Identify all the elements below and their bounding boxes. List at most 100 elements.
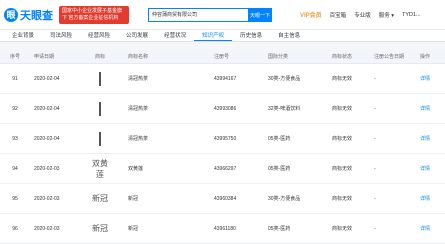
row-no: 92	[12, 105, 18, 112]
row-mark: 双黄莲	[78, 158, 122, 179]
row-name: 清冠热茶	[128, 106, 149, 112]
trademark-image[interactable]	[89, 128, 111, 149]
table-row: 93 2020-02-04 清冠热茶 43995750 05类-医药 商标无效 - 详情	[0, 124, 445, 154]
row-name: 新冠	[128, 196, 139, 202]
tab-history[interactable]: 历史信息	[232, 30, 270, 41]
row-no: 93	[12, 135, 18, 142]
trademark-vertical-mark	[99, 131, 101, 146]
table-row: 91 2020-02-04 清冠热茶 43994167 30类-方便食品 商标无效 - 详情	[0, 64, 445, 94]
row-detail-link[interactable]: 详情	[420, 225, 445, 232]
trademark-image[interactable]	[89, 98, 111, 119]
search-button-label: 天眼一下	[249, 12, 270, 19]
tab-self-info[interactable]: 自主信息	[270, 30, 308, 41]
trademark-mark-text: 双黄莲	[92, 158, 108, 179]
table-row: 95 2020-02-03 新冠 新冠 43960384 30类-方便食品 商标无效 - 详情	[0, 184, 445, 214]
header-op: 操作	[420, 54, 431, 60]
row-class: 05类-医药	[268, 136, 291, 142]
row-status: 商标无效	[332, 196, 353, 202]
tab-ip[interactable]: 知识产权	[194, 30, 233, 41]
tab-operating-status[interactable]: 经营状况	[156, 30, 194, 41]
trademark-image[interactable]: 新冠	[89, 218, 111, 239]
nav-item-toolbox[interactable]: 百宝箱	[330, 11, 347, 19]
row-reg: 43995750	[214, 135, 237, 142]
row-mark: 新冠	[78, 218, 122, 239]
row-mark	[78, 128, 122, 149]
row-reg: 43994167	[214, 75, 237, 82]
row-mark	[78, 68, 122, 89]
row-date: 2020-02-03	[34, 225, 60, 232]
tab-development[interactable]: 公司发展	[118, 30, 156, 41]
search-button[interactable]: 天眼一下	[248, 8, 272, 22]
row-pub: -	[374, 75, 376, 82]
row-reg: 43966297	[214, 165, 237, 172]
header-reg: 注册号	[214, 54, 230, 60]
row-pub: -	[374, 225, 376, 232]
logo-eye-icon: 眼	[4, 7, 18, 22]
trademark-image[interactable]	[89, 68, 111, 89]
row-class: 30类-方便食品	[268, 76, 301, 82]
section-tabs: 企业背景 司法风险 经营风险 公司发展 经营状况 知识产权 历史信息 自主信息	[0, 30, 445, 42]
top-bar: 眼 天眼查 国家中小企业发展子基金旗下 官方备案企业征信机构 仲容蒲商贸有限公司…	[0, 0, 445, 30]
trademark-vertical-mark	[99, 101, 101, 116]
header-class: 国际分类	[268, 54, 289, 60]
tab-background[interactable]: 企业背景	[4, 30, 42, 41]
nav-item-service[interactable]: 服务 ▾	[379, 11, 394, 19]
trademark-mark-text: 新冠	[92, 224, 108, 233]
row-detail-link[interactable]: 详情	[420, 135, 445, 142]
promo-banner[interactable]: 国家中小企业发展子基金旗下 官方备案企业征信机构	[59, 5, 129, 24]
header-no: 序号	[9, 54, 20, 60]
row-class: 30类-方便食品	[268, 196, 301, 202]
row-name: 新冠	[128, 226, 139, 232]
nav-item-user[interactable]: TYD1...	[402, 12, 421, 18]
row-no: 96	[12, 225, 18, 232]
row-status: 商标无效	[332, 136, 353, 142]
row-detail-link[interactable]: 详情	[420, 75, 445, 82]
row-reg: 43961180	[214, 225, 236, 232]
logo[interactable]: 眼 天眼查	[4, 7, 53, 23]
trademark-image[interactable]: 双黄莲	[89, 158, 111, 179]
header-date: 申请日期	[34, 54, 55, 60]
table-body: 91 2020-02-04 清冠热茶 43994167 30类-方便食品 商标无效 - 详情 9…	[0, 64, 445, 244]
row-status: 商标无效	[332, 226, 353, 232]
row-name: 双黄莲	[128, 166, 144, 172]
row-detail-link[interactable]: 详情	[420, 165, 445, 172]
header-pub: 注册公告日期	[374, 54, 405, 60]
trademark-table: 序号 申请日期 商标 商标名称 注册号 国际分类 商标状态 注册公告日期 操作 …	[0, 50, 445, 244]
row-no: 95	[12, 195, 18, 202]
tab-operating-risk[interactable]: 经营风险	[80, 30, 118, 41]
header-status: 商标状态	[332, 54, 353, 60]
row-pub: -	[374, 105, 376, 112]
top-nav: VIP会员 百宝箱 专业版 服务 ▾ TYD1...	[300, 10, 421, 20]
vip-link[interactable]: VIP会员	[300, 10, 322, 19]
table-row: 94 2020-02-03 双黄莲 双黄莲 43966297 05类-医药 商标无效 - 详情	[0, 154, 445, 184]
row-status: 商标无效	[332, 76, 353, 82]
row-mark: 新冠	[78, 188, 122, 209]
row-date: 2020-02-03	[34, 165, 60, 172]
nav-item-pro[interactable]: 专业版	[354, 11, 371, 19]
row-reg: 43993086	[214, 105, 237, 112]
row-no: 91	[12, 75, 18, 82]
row-no: 94	[12, 165, 18, 172]
row-date: 2020-02-04	[34, 135, 60, 142]
tab-judicial-risk[interactable]: 司法风险	[42, 30, 80, 41]
header-name: 商标名称	[128, 54, 149, 60]
row-status: 商标无效	[332, 106, 353, 112]
row-date: 2020-02-03	[34, 195, 60, 202]
trademark-image[interactable]: 新冠	[89, 188, 111, 209]
trademark-mark-text: 新冠	[92, 194, 108, 203]
header-mark: 商标	[94, 54, 105, 60]
row-class: 05类-医药	[268, 166, 291, 172]
row-date: 2020-02-04	[34, 75, 60, 82]
row-detail-link[interactable]: 详情	[420, 195, 445, 202]
row-name: 清冠热茶	[128, 136, 149, 142]
row-pub: -	[374, 135, 376, 142]
table-header: 序号 申请日期 商标 商标名称 注册号 国际分类 商标状态 注册公告日期 操作	[0, 50, 445, 64]
row-reg: 43960384	[214, 195, 237, 202]
row-date: 2020-02-04	[34, 105, 60, 112]
table-row: 92 2020-02-04 清冠热茶 43993086 32类-啤酒饮料 商标无效 - 详情	[0, 94, 445, 124]
row-mark	[78, 98, 122, 119]
row-name: 清冠热茶	[128, 76, 149, 82]
row-detail-link[interactable]: 详情	[420, 105, 445, 112]
row-class: 32类-啤酒饮料	[268, 106, 301, 112]
trademark-vertical-mark	[99, 71, 101, 86]
